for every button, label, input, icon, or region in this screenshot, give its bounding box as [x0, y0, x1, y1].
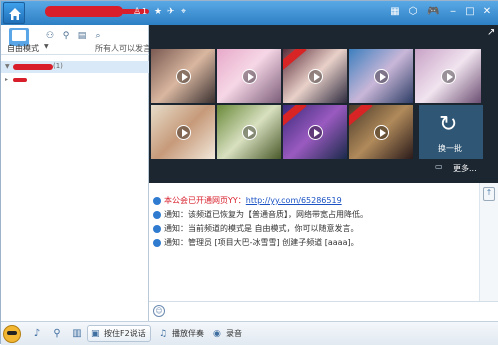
panel-toolbar: ⚇ ⚲ ▤ ⌕ [45, 31, 103, 41]
notice-icon [153, 224, 161, 233]
notice-icon [153, 238, 161, 247]
location-icon[interactable]: ⚲ [61, 31, 71, 41]
live-tile[interactable] [349, 105, 413, 159]
chevron-down-icon[interactable]: ▼ [44, 43, 49, 50]
scroll-top-icon[interactable]: ↑ [483, 187, 495, 201]
channel-name [13, 64, 53, 70]
more-link[interactable]: 更多... [453, 163, 477, 174]
avatar[interactable] [3, 325, 21, 343]
mode-select[interactable]: 自由模式 [7, 43, 39, 54]
expand-arrow-icon[interactable]: ↗ [487, 27, 495, 38]
expand-icon[interactable]: ▼ [5, 63, 10, 70]
microphone-icon[interactable]: ⚲ [51, 328, 63, 340]
notice-message: 本公会已开通网页YY：http://yy.com/65286519 [153, 195, 342, 206]
chat-input-row[interactable]: ☺ [149, 301, 498, 321]
swap-batch-label: 换一批 [438, 144, 462, 153]
channel-count: (1) [53, 62, 63, 70]
mode-note: 所有人可以发言 [95, 44, 151, 53]
record-button[interactable]: ◉ 录音 [209, 325, 247, 342]
user-icon: ♙ [133, 7, 142, 17]
live-tile[interactable] [283, 49, 347, 103]
push-to-talk-label: 按住F2说话 [104, 329, 146, 338]
plane-icon[interactable]: ✈ [167, 7, 175, 17]
speaker-icon[interactable]: ♪ [31, 328, 43, 340]
notice-message: 通知：当前频道的模式是 自由模式，你可以随意发言。 [153, 223, 359, 234]
web-yy-link[interactable]: http://yy.com/65286519 [246, 196, 342, 205]
title-bar: ♙ 1 ★ ✈ ⌖ ▦ ⬡ 🎮 ─ □ ✕ [1, 1, 498, 25]
notice-text: 通知：当前频道的模式是 自由模式，你可以随意发言。 [164, 224, 359, 233]
play-icon[interactable] [176, 69, 191, 84]
search-icon[interactable]: ⌕ [93, 31, 103, 41]
play-icon[interactable] [374, 69, 389, 84]
gamepad-icon[interactable]: 🎮 [427, 6, 439, 18]
notes-icon[interactable]: ▤ [77, 31, 87, 41]
tv-icon: ▭ [435, 162, 443, 171]
notice-icon [153, 210, 161, 219]
close-icon[interactable]: ✕ [481, 6, 493, 18]
star-icon[interactable]: ★ [154, 7, 162, 17]
channel-tree-panel: ⚇ ⚲ ▤ ⌕ 自由模式 ▼ 所有人可以发言 ▼ (1) ▸ [1, 25, 151, 321]
grid-icon[interactable]: ▦ [389, 6, 401, 18]
record-label: 录音 [226, 329, 242, 338]
play-icon[interactable] [242, 125, 257, 140]
play-music-button[interactable]: ♫ 播放伴奏 [155, 325, 209, 342]
notice-icon [153, 196, 161, 205]
live-tile[interactable] [217, 105, 281, 159]
expand-icon[interactable]: ▸ [5, 76, 8, 83]
push-to-talk-button[interactable]: ▣ 按住F2说话 [87, 325, 151, 342]
maximize-icon[interactable]: □ [464, 6, 476, 18]
satellite-icon[interactable]: ⌖ [181, 7, 186, 17]
channel-item-main[interactable]: ▼ (1) [1, 61, 149, 73]
emoji-icon[interactable]: ☺ [153, 305, 165, 317]
mode-row: 自由模式 ▼ 所有人可以发言 [1, 41, 151, 55]
music-icon: ♫ [159, 329, 168, 339]
swap-batch-button[interactable]: ↻ 换一批 [419, 105, 483, 159]
play-icon[interactable] [242, 69, 257, 84]
play-music-label: 播放伴奏 [172, 329, 204, 338]
play-icon[interactable] [441, 69, 456, 84]
keyboard-icon: ▣ [91, 329, 100, 339]
live-tile[interactable] [415, 49, 481, 103]
chat-scrollbar[interactable]: ↑ [479, 183, 498, 301]
play-icon[interactable] [308, 125, 323, 140]
notice-text: 通知：该频道已恢复为【普通音质】，网络带宽占用降低。 [164, 210, 368, 219]
subchannel-name [13, 78, 27, 82]
member-count: 1 [142, 7, 148, 16]
notice-message: 通知：管理员 [项目大巴-冰雪雪] 创建子频道 [aaaa]。 [153, 237, 359, 248]
bottom-toolbar: ♪ ⚲ ▥ ▣ 按住F2说话 ♫ 播放伴奏 ◉ 录音 [1, 321, 498, 345]
live-tile[interactable] [217, 49, 281, 103]
live-tile[interactable] [151, 49, 215, 103]
chat-area: 本公会已开通网页YY：http://yy.com/65286519 通知：该频道… [149, 183, 479, 301]
channel-title [45, 6, 123, 17]
home-button[interactable] [3, 2, 25, 24]
notice-text: 通知：管理员 [项目大巴-冰雪雪] 创建子频道 [aaaa]。 [164, 238, 359, 247]
nav-icon[interactable]: ⬡ [407, 6, 419, 18]
notice-text: 本公会已开通网页YY： [164, 196, 246, 205]
members-icon[interactable]: ⚇ [45, 31, 55, 41]
live-tile[interactable] [349, 49, 413, 103]
home-icon [9, 8, 21, 20]
play-icon[interactable] [176, 125, 191, 140]
live-tile[interactable] [283, 105, 347, 159]
minimize-icon[interactable]: ─ [447, 6, 459, 18]
live-tile[interactable] [151, 105, 215, 159]
notice-message: 通知：该频道已恢复为【普通音质】，网络带宽占用降低。 [153, 209, 368, 220]
yy-client-window: ♙ 1 ★ ✈ ⌖ ▦ ⬡ 🎮 ─ □ ✕ ⚇ ⚲ ▤ ⌕ 自由模式 ▼ 所有人… [0, 0, 498, 345]
record-icon: ◉ [213, 329, 221, 339]
play-icon[interactable] [308, 69, 323, 84]
play-icon[interactable] [374, 125, 389, 140]
refresh-icon: ↻ [439, 112, 458, 137]
equalizer-icon[interactable]: ▥ [71, 328, 83, 340]
channel-item-sub[interactable]: ▸ [1, 75, 149, 85]
